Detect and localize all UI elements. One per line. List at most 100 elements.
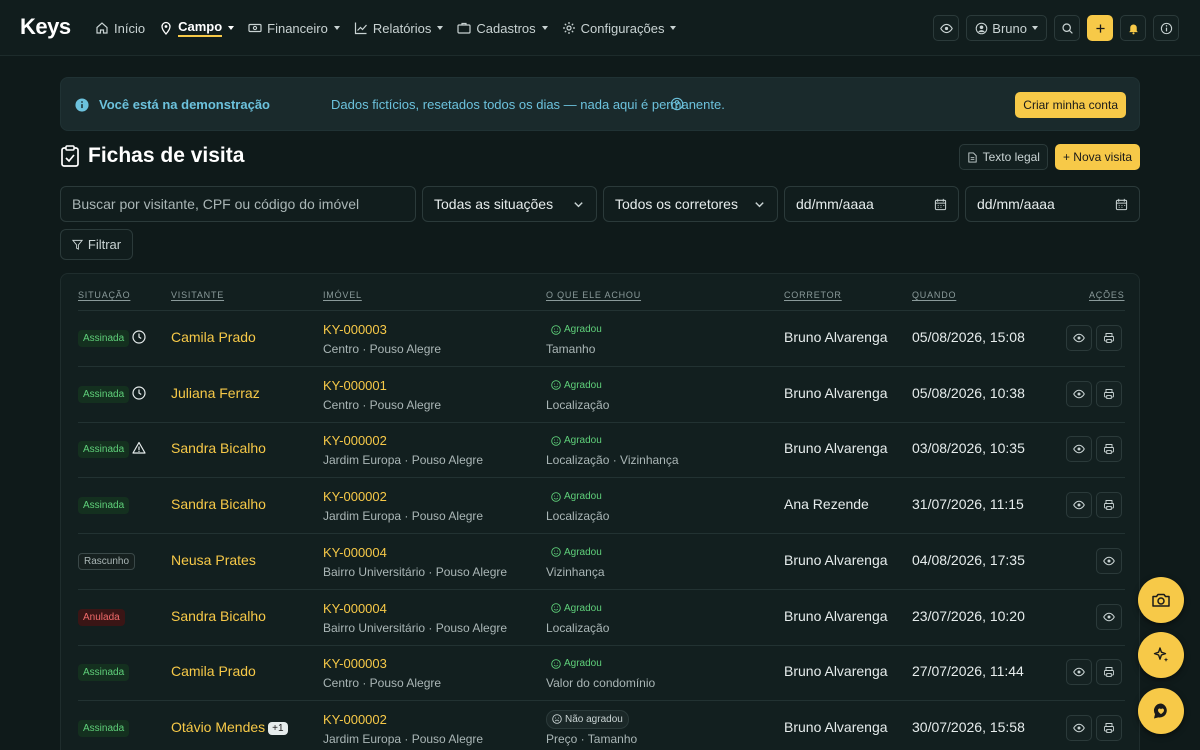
main-nav: Início Campo Financeiro Relatórios Cadastros… bbox=[88, 0, 683, 56]
printer-icon bbox=[1103, 388, 1115, 400]
printer-icon bbox=[1103, 722, 1115, 734]
create-account-button[interactable]: Criar minha conta bbox=[1015, 92, 1126, 118]
info-icon bbox=[75, 98, 89, 112]
print-button[interactable] bbox=[1096, 380, 1122, 407]
col-header-opinion[interactable]: O QUE ELE ACHOU bbox=[546, 290, 641, 300]
print-button[interactable] bbox=[1096, 325, 1122, 351]
smile-icon bbox=[551, 491, 561, 502]
chevron-down-icon bbox=[228, 26, 235, 30]
status-badge: Assinada bbox=[78, 330, 130, 347]
print-button[interactable] bbox=[1096, 492, 1122, 519]
nav-item-campo[interactable]: Campo bbox=[152, 0, 241, 56]
eye-icon bbox=[1073, 722, 1085, 734]
print-button[interactable] bbox=[1096, 659, 1122, 686]
frown-icon bbox=[552, 714, 562, 725]
date-from-input[interactable]: dd/mm/aaaa bbox=[784, 186, 959, 222]
visitor-link[interactable]: Juliana Ferraz bbox=[171, 385, 260, 401]
opinion-label: Agradou bbox=[564, 602, 602, 614]
pin-icon bbox=[159, 21, 173, 35]
view-button[interactable] bbox=[1066, 380, 1092, 407]
chart-icon bbox=[354, 21, 368, 35]
view-button[interactable] bbox=[1066, 492, 1092, 519]
visitor-link[interactable]: Sandra Bicalho bbox=[171, 496, 266, 512]
chevron-down-icon bbox=[670, 26, 677, 30]
visibility-toggle-button[interactable] bbox=[933, 15, 960, 41]
visitor-link[interactable]: Sandra Bicalho bbox=[171, 608, 266, 624]
visitor-link[interactable]: Sandra Bicalho bbox=[171, 440, 266, 456]
view-button[interactable] bbox=[1096, 547, 1122, 574]
visitor-link[interactable]: Neusa Prates bbox=[171, 552, 256, 568]
printer-icon bbox=[1103, 499, 1115, 511]
brand-logo[interactable]: Keys bbox=[20, 14, 71, 40]
camera-fab[interactable] bbox=[1138, 577, 1184, 623]
col-header-when[interactable]: QUANDO bbox=[912, 290, 956, 300]
navbar-actions: Bruno bbox=[933, 15, 1179, 41]
visitor-link[interactable]: Camila Prado bbox=[171, 663, 256, 679]
visitor-link[interactable]: Otávio Mendes +1 bbox=[171, 719, 288, 735]
view-button[interactable] bbox=[1066, 436, 1092, 463]
view-button[interactable] bbox=[1066, 714, 1092, 741]
chat-fab[interactable] bbox=[1138, 688, 1184, 734]
home-icon bbox=[95, 21, 109, 35]
info-button[interactable] bbox=[1153, 15, 1179, 41]
property-code-link[interactable]: KY-000003 bbox=[323, 656, 387, 671]
col-header-broker[interactable]: CORRETOR bbox=[784, 290, 842, 300]
view-button[interactable] bbox=[1096, 603, 1122, 630]
print-button[interactable] bbox=[1096, 714, 1122, 741]
broker-name: Ana Rezende bbox=[784, 496, 869, 513]
property-code-link[interactable]: KY-000004 bbox=[323, 601, 387, 616]
date-to-input[interactable]: dd/mm/aaaa bbox=[965, 186, 1140, 222]
nav-item-configuracoes[interactable]: Configurações bbox=[555, 0, 684, 56]
calendar-icon bbox=[1115, 198, 1128, 210]
nav-item-relatorios[interactable]: Relatórios bbox=[347, 0, 451, 56]
question-circle-icon[interactable] bbox=[670, 97, 684, 111]
nav-item-cadastros[interactable]: Cadastros bbox=[450, 0, 554, 56]
quick-add-button[interactable] bbox=[1087, 15, 1113, 41]
property-address: Centro · Pouso Alegre bbox=[323, 676, 442, 691]
chevron-down-icon bbox=[1032, 26, 1038, 30]
broker-name: Bruno Alvarenga bbox=[784, 384, 888, 401]
smile-icon bbox=[551, 380, 561, 390]
col-header-status[interactable]: SITUAÇÃO bbox=[78, 290, 130, 300]
chevron-down-icon bbox=[574, 201, 583, 207]
nav-item-label: Cadastros bbox=[476, 20, 536, 36]
opinion-features: Valor do condomínio bbox=[546, 676, 656, 691]
view-button[interactable] bbox=[1066, 659, 1092, 686]
opinion-label: Agradou bbox=[564, 379, 602, 391]
visitor-link[interactable]: Camila Prado bbox=[171, 329, 256, 345]
user-circle-icon bbox=[975, 22, 988, 34]
property-code-link[interactable]: KY-000002 bbox=[323, 489, 387, 504]
col-header-property[interactable]: IMÓVEL bbox=[323, 290, 362, 300]
notifications-button[interactable] bbox=[1120, 15, 1146, 41]
search-button[interactable] bbox=[1054, 15, 1080, 41]
nav-item-financeiro[interactable]: Financeiro bbox=[241, 0, 347, 56]
broker-select[interactable]: Todos os corretores bbox=[603, 186, 778, 222]
col-header-actions: AÇÕES bbox=[1089, 290, 1125, 300]
property-address: Jardim Europa · Pouso Alegre bbox=[323, 509, 484, 524]
property-code-link[interactable]: KY-000003 bbox=[323, 322, 387, 337]
search-input[interactable]: Buscar por visitante, CPF ou código do i… bbox=[60, 186, 416, 222]
new-visit-label: + Nova visita bbox=[1062, 150, 1132, 164]
col-header-visitor[interactable]: VISITANTE bbox=[171, 290, 224, 300]
visit-datetime: 05/08/2026, 10:38 bbox=[912, 384, 1025, 401]
sparkles-fab[interactable] bbox=[1138, 632, 1184, 678]
property-code-link[interactable]: KY-000001 bbox=[323, 378, 387, 393]
chevron-down-icon bbox=[437, 26, 444, 30]
property-address: Jardim Europa · Pouso Alegre bbox=[323, 453, 484, 468]
chevron-down-icon bbox=[333, 26, 340, 30]
status-select[interactable]: Todas as situações bbox=[422, 186, 597, 222]
nav-item-inicio[interactable]: Início bbox=[88, 0, 152, 56]
print-button[interactable] bbox=[1096, 436, 1122, 463]
legal-text-button[interactable]: Texto legal bbox=[958, 144, 1048, 170]
view-button[interactable] bbox=[1066, 325, 1092, 351]
property-code-link[interactable]: KY-000002 bbox=[323, 712, 387, 727]
visitor-name: Camila Prado bbox=[171, 663, 256, 680]
filter-button[interactable]: Filtrar bbox=[60, 229, 133, 260]
opinion-features: Localização bbox=[546, 397, 610, 412]
property-code-link[interactable]: KY-000004 bbox=[323, 545, 387, 560]
new-visit-button[interactable]: + Nova visita bbox=[1054, 144, 1140, 170]
user-menu-button[interactable]: Bruno bbox=[966, 15, 1047, 41]
visit-datetime: 23/07/2026, 10:20 bbox=[912, 607, 1025, 624]
clock-icon bbox=[132, 386, 146, 400]
property-code-link[interactable]: KY-000002 bbox=[323, 433, 387, 448]
